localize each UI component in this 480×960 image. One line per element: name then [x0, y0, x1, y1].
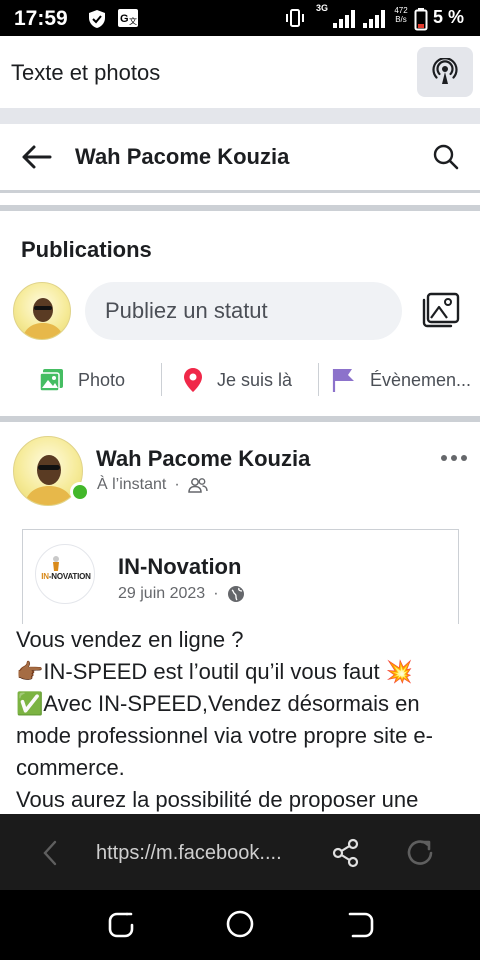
- podcast-button[interactable]: [417, 47, 473, 97]
- composer-actions: Photo Je suis là Évènemen...: [0, 360, 480, 400]
- event-label: Évènemen...: [370, 369, 472, 390]
- online-status-indicator: [70, 482, 90, 502]
- meta-separator: ·: [213, 585, 219, 602]
- meta-separator: ·: [174, 476, 180, 493]
- post-author-name[interactable]: Wah Pacome Kouzia: [96, 446, 310, 472]
- divider: [0, 416, 480, 422]
- svg-text:G: G: [120, 13, 129, 25]
- status-time: 17:59: [14, 7, 68, 30]
- share-icon[interactable]: [331, 838, 361, 868]
- search-icon[interactable]: [432, 143, 460, 171]
- page-logo-text: IN-NOVATION: [41, 572, 91, 581]
- shared-page-name[interactable]: IN-Novation: [118, 554, 241, 580]
- profile-photo: [22, 298, 64, 339]
- action-separator: [318, 363, 319, 396]
- post-time: À l’instant: [97, 476, 167, 493]
- event-button[interactable]: Évènemen...: [332, 360, 471, 400]
- check-in-button[interactable]: Je suis là: [183, 360, 292, 400]
- section-gap: [0, 108, 480, 124]
- photo-label: Photo: [78, 369, 126, 390]
- status-bar: 17:59 G 文 3G 472 B/s 5 %: [0, 0, 480, 36]
- browser-toolbar: https://m.facebook....: [0, 814, 480, 890]
- network-speed-unit: B/s: [395, 15, 407, 24]
- post-text: Vous vendez en ligne ? 👉🏾IN-SPEED est l’…: [16, 624, 476, 816]
- arrow-left-icon[interactable]: [20, 144, 52, 170]
- friends-icon: [187, 478, 208, 493]
- chevron-left-icon[interactable]: [42, 840, 58, 866]
- shared-post-date: 29 juin 2023: [118, 585, 206, 602]
- recent-apps-icon[interactable]: [107, 911, 135, 939]
- photo-button[interactable]: Photo: [39, 360, 125, 400]
- post-text-line: 👉🏾IN-SPEED est l’outil qu’il vous faut 💥: [16, 659, 414, 684]
- composer-top-bar: Texte et photos: [0, 36, 480, 108]
- svg-text:文: 文: [129, 16, 137, 26]
- post-text-line: Vous aurez la possibilité de proposer un…: [16, 787, 419, 812]
- post-text-line: commerce.: [16, 755, 125, 780]
- avatar[interactable]: [13, 282, 71, 340]
- back-icon[interactable]: [347, 911, 375, 939]
- profile-header: Wah Pacome Kouzia: [0, 124, 480, 190]
- post-text-line: ✅Avec IN-SPEED,Vendez désormais en: [16, 691, 420, 716]
- podcast-icon: [432, 58, 458, 84]
- battery-low-icon: [414, 8, 428, 31]
- battery-percent: 5 %: [433, 7, 465, 27]
- home-icon[interactable]: [225, 909, 255, 939]
- profile-name: Wah Pacome Kouzia: [75, 144, 290, 169]
- url-display[interactable]: https://m.facebook....: [96, 842, 282, 865]
- shield-icon: [89, 10, 105, 28]
- network-speed: 472 B/s: [392, 6, 410, 24]
- signal-strength-icon: [333, 10, 355, 28]
- more-options-icon[interactable]: [440, 454, 468, 462]
- post-meta: À l’instant ·: [97, 476, 208, 494]
- post-text-line: mode professionnel via votre propre site…: [16, 723, 433, 748]
- vibrate-icon: [286, 9, 304, 27]
- page-logo: IN-NOVATION: [35, 544, 95, 604]
- post-text-line: Vous vendez en ligne ?: [16, 627, 244, 652]
- shared-post-meta: 29 juin 2023 ·: [118, 585, 245, 603]
- gallery-icon[interactable]: [421, 292, 461, 328]
- photo-icon: [39, 369, 63, 392]
- shared-post-card[interactable]: IN-NOVATION IN-Novation 29 juin 2023 ·: [22, 529, 459, 629]
- flag-icon: [332, 369, 354, 392]
- translate-icon: G 文: [118, 9, 138, 27]
- signal-strength-icon: [363, 10, 385, 28]
- network-type: 3G: [316, 3, 329, 13]
- divider: [0, 190, 480, 193]
- publications-heading: Publications: [21, 237, 152, 262]
- system-navigation-bar: [0, 890, 480, 960]
- reload-icon[interactable]: [403, 836, 437, 870]
- top-bar-title: Texte et photos: [11, 60, 161, 85]
- divider: [0, 205, 480, 211]
- action-separator: [161, 363, 162, 396]
- check-in-label: Je suis là: [217, 369, 293, 390]
- logo-figure-icon: [53, 556, 59, 571]
- network-speed-value: 472: [394, 6, 408, 15]
- location-pin-icon: [184, 368, 202, 392]
- globe-icon: [227, 586, 244, 602]
- status-input[interactable]: [85, 282, 402, 340]
